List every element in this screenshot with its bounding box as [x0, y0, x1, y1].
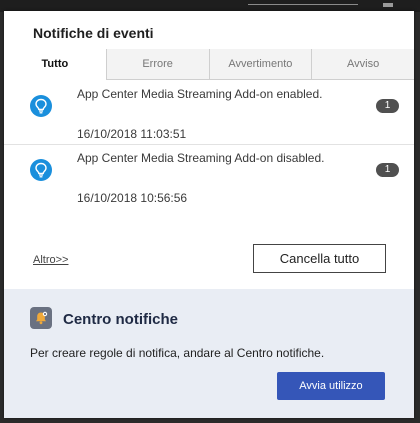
notification-item[interactable]: App Center Media Streaming Add-on enable… [4, 80, 414, 145]
notification-center-description: Per creare regole di notifica, andare al… [30, 346, 325, 360]
lightbulb-icon [30, 159, 52, 181]
tab-all[interactable]: Tutto [4, 49, 106, 80]
notification-timestamp: 16/10/2018 11:03:51 [77, 127, 187, 141]
notification-message: App Center Media Streaming Add-on disabl… [77, 151, 325, 165]
panel-title: Notifiche di eventi [33, 25, 154, 41]
toolbar-indicator [383, 3, 393, 7]
notification-count-badge: 1 [376, 99, 399, 113]
notification-list: App Center Media Streaming Add-on enable… [4, 80, 414, 240]
notification-center-title: Centro notifiche [63, 311, 178, 328]
tab-bar: Tutto Errore Avvertimento Avviso [4, 49, 414, 80]
notification-center-section: Centro notifiche Per creare regole di no… [4, 289, 414, 418]
notification-timestamp: 16/10/2018 10:56:56 [77, 191, 188, 205]
notification-item[interactable]: App Center Media Streaming Add-on disabl… [4, 144, 414, 209]
notification-center-icon [30, 307, 52, 329]
clear-all-button[interactable]: Cancella tutto [253, 244, 386, 273]
notification-count-badge: 1 [376, 163, 399, 177]
tab-error[interactable]: Errore [105, 49, 209, 79]
more-link[interactable]: Altro>> [33, 254, 68, 266]
event-notifications-panel: Notifiche di eventi Tutto Errore Avverti… [4, 11, 414, 418]
tab-warning[interactable]: Avvertimento [208, 49, 312, 79]
notification-message: App Center Media Streaming Add-on enable… [77, 87, 323, 101]
tab-notice[interactable]: Avviso [311, 49, 414, 79]
divider [248, 4, 358, 5]
start-using-button[interactable]: Avvia utilizzo [277, 372, 385, 400]
lightbulb-icon [30, 95, 52, 117]
